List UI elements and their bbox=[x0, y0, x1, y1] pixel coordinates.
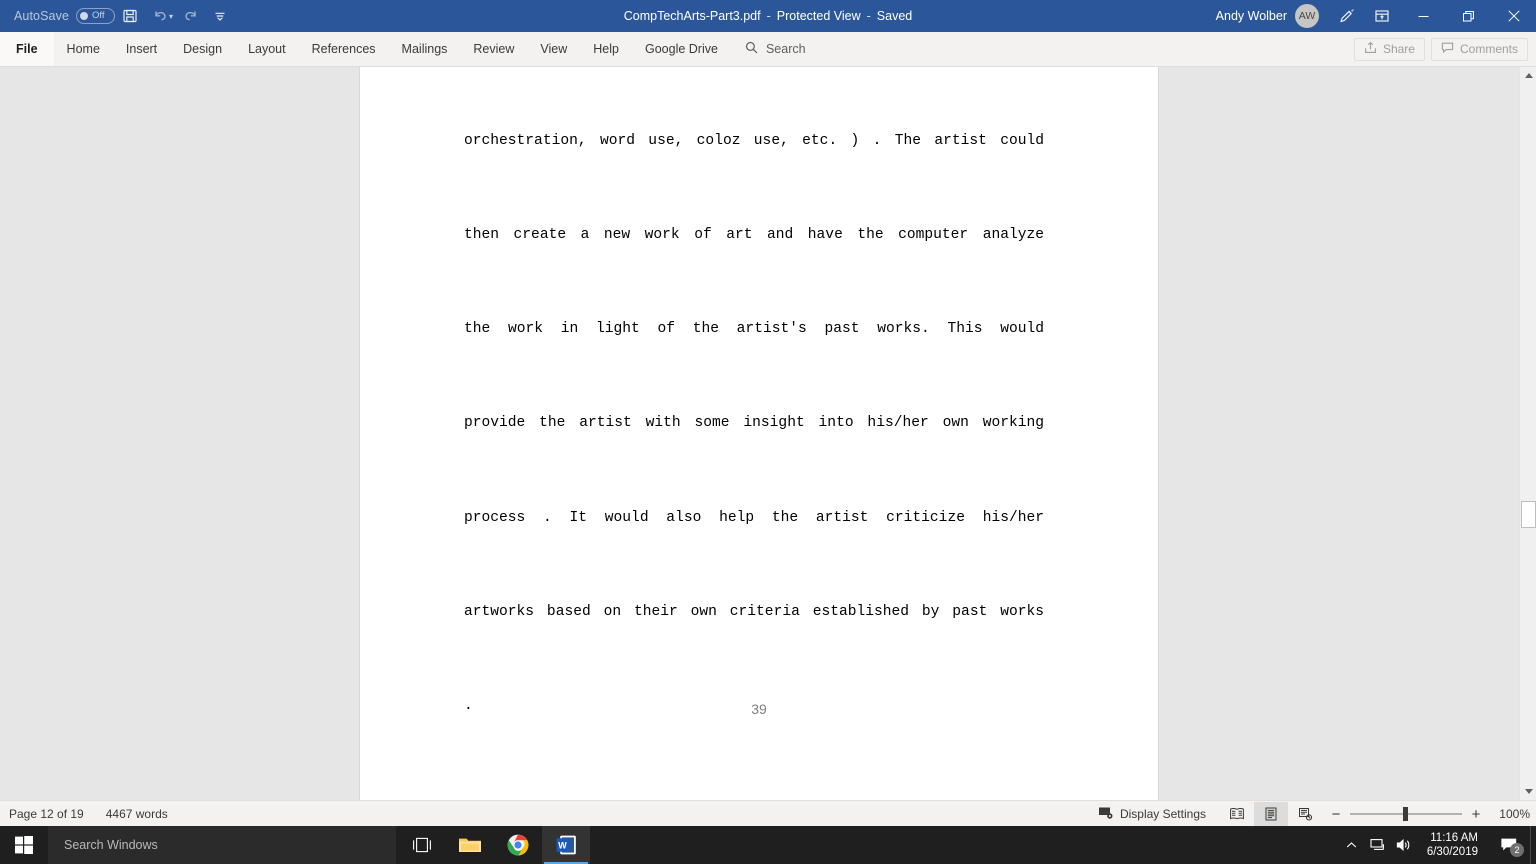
scrollbar-thumb[interactable] bbox=[1521, 501, 1536, 528]
taskbar-search-placeholder: Search Windows bbox=[64, 838, 158, 852]
status-bar: Page 12 of 19 4467 words Display Setting… bbox=[0, 800, 1536, 826]
tab-view[interactable]: View bbox=[527, 32, 580, 66]
clock[interactable]: 11:16 AM 6/30/2019 bbox=[1417, 831, 1488, 859]
document-title: CompTechArts-Part3.pdf bbox=[623, 9, 761, 23]
close-icon[interactable] bbox=[1491, 0, 1536, 32]
account-name[interactable]: Andy Wolber bbox=[1216, 9, 1287, 23]
share-label: Share bbox=[1382, 42, 1415, 56]
display-settings-label: Display Settings bbox=[1119, 807, 1206, 821]
word-count[interactable]: 4467 words bbox=[106, 807, 168, 821]
zoom-in-button[interactable]: + bbox=[1470, 807, 1482, 822]
autosave-toggle[interactable]: Off bbox=[76, 8, 116, 24]
clock-date: 6/30/2019 bbox=[1426, 846, 1478, 858]
page-indicator[interactable]: Page 12 of 19 bbox=[9, 807, 84, 821]
word-application-window: AutoSave Off ▾ CompTechArts-Part3.pdf - … bbox=[0, 0, 1536, 864]
autosave-label: AutoSave bbox=[14, 9, 70, 23]
page-footer-number: 39 bbox=[751, 701, 767, 717]
comments-label: Comments bbox=[1459, 42, 1518, 56]
search-icon bbox=[745, 41, 758, 57]
comments-button[interactable]: Comments bbox=[1430, 37, 1528, 61]
search-placeholder-label: Search bbox=[765, 42, 806, 56]
doc-line: the work in light of the artist's past w… bbox=[464, 321, 1044, 338]
ribbon-tab-strip: File Home Insert Design Layout Reference… bbox=[0, 32, 1536, 66]
share-icon bbox=[1364, 41, 1377, 57]
document-body-text[interactable]: orchestration, word use, coloz use, etc.… bbox=[464, 67, 1044, 800]
windows-taskbar: Search Windows W 11:16 AM 6/30/2019 2 bbox=[0, 826, 1536, 864]
zoom-slider[interactable]: − + 100% bbox=[1330, 807, 1530, 822]
show-hidden-icons-chevron[interactable] bbox=[1339, 826, 1365, 864]
ribbon-right-actions: Share Comments bbox=[1353, 32, 1528, 66]
tab-home[interactable]: Home bbox=[54, 32, 113, 66]
doc-line: provide the artist with some insight int… bbox=[464, 415, 1044, 432]
task-view-icon[interactable] bbox=[398, 826, 446, 864]
status-bar-right: Display Settings − + 100% bbox=[1098, 801, 1530, 827]
system-tray: 11:16 AM 6/30/2019 2 bbox=[1339, 826, 1536, 864]
show-desktop-button[interactable] bbox=[1530, 826, 1536, 864]
redo-icon[interactable] bbox=[175, 0, 205, 32]
print-layout-icon[interactable] bbox=[1254, 802, 1288, 826]
protected-view-label: Protected View bbox=[776, 9, 861, 23]
document-page-12[interactable]: orchestration, word use, coloz use, etc.… bbox=[359, 67, 1159, 800]
network-icon[interactable] bbox=[1365, 826, 1391, 864]
avatar[interactable]: AW bbox=[1295, 4, 1319, 28]
autosave-state-label: Off bbox=[92, 10, 105, 22]
zoom-out-button[interactable]: − bbox=[1330, 807, 1342, 822]
scroll-up-arrow-icon[interactable] bbox=[1520, 67, 1536, 84]
minimize-icon[interactable] bbox=[1401, 0, 1446, 32]
zoom-handle[interactable] bbox=[1403, 807, 1408, 821]
scroll-down-arrow-icon[interactable] bbox=[1520, 783, 1536, 800]
customize-quick-access-icon[interactable] bbox=[205, 0, 235, 32]
zoom-level-label[interactable]: 100% bbox=[1494, 807, 1530, 821]
ribbon-display-options-icon[interactable] bbox=[1363, 0, 1401, 32]
display-settings-icon bbox=[1098, 806, 1114, 823]
volume-icon[interactable] bbox=[1391, 826, 1417, 864]
undo-dropdown-caret-icon[interactable]: ▾ bbox=[169, 12, 173, 21]
zoom-track[interactable] bbox=[1350, 807, 1462, 821]
saved-status-label: Saved bbox=[876, 9, 913, 23]
vertical-scrollbar[interactable] bbox=[1519, 67, 1536, 800]
chrome-icon[interactable] bbox=[494, 826, 542, 864]
title-bar: AutoSave Off ▾ CompTechArts-Part3.pdf - … bbox=[0, 0, 1536, 32]
windows-start-icon[interactable] bbox=[0, 826, 48, 864]
tab-review[interactable]: Review bbox=[460, 32, 527, 66]
doc-line: orchestration, word use, coloz use, etc.… bbox=[464, 132, 1044, 149]
read-mode-icon[interactable] bbox=[1220, 802, 1254, 826]
tab-google-drive[interactable]: Google Drive bbox=[632, 32, 731, 66]
notification-count-badge: 2 bbox=[1510, 843, 1524, 857]
file-explorer-icon[interactable] bbox=[446, 826, 494, 864]
title-bar-right-group: Andy Wolber AW bbox=[1216, 0, 1536, 32]
web-layout-icon[interactable] bbox=[1288, 802, 1322, 826]
doc-line: then create a new work of art and have t… bbox=[464, 227, 1044, 244]
tab-layout[interactable]: Layout bbox=[235, 32, 299, 66]
tab-references[interactable]: References bbox=[299, 32, 389, 66]
taskbar-search-input[interactable]: Search Windows bbox=[48, 826, 396, 864]
clock-time: 11:16 AM bbox=[1430, 832, 1478, 844]
taskbar-app-buttons: W bbox=[398, 826, 590, 864]
action-center-icon[interactable]: 2 bbox=[1488, 826, 1530, 864]
restore-icon[interactable] bbox=[1446, 0, 1491, 32]
tab-insert[interactable]: Insert bbox=[113, 32, 170, 66]
svg-text:W: W bbox=[558, 840, 567, 850]
status-bar-left: Page 12 of 19 4467 words bbox=[0, 807, 168, 821]
share-button[interactable]: Share bbox=[1353, 37, 1425, 61]
document-canvas[interactable]: orchestration, word use, coloz use, etc.… bbox=[0, 67, 1536, 800]
word-icon[interactable]: W bbox=[542, 826, 590, 864]
title-separator-2: - bbox=[866, 9, 871, 23]
title-separator-1: - bbox=[766, 9, 771, 23]
save-icon[interactable] bbox=[115, 0, 145, 32]
tab-help[interactable]: Help bbox=[580, 32, 632, 66]
tab-mailings[interactable]: Mailings bbox=[389, 32, 461, 66]
comment-icon bbox=[1441, 41, 1454, 57]
search-box[interactable]: Search bbox=[731, 32, 806, 66]
tab-design[interactable]: Design bbox=[170, 32, 235, 66]
ink-pen-icon[interactable] bbox=[1329, 0, 1363, 32]
tab-file[interactable]: File bbox=[0, 32, 54, 66]
doc-line: process . It would also help the artist … bbox=[464, 509, 1044, 526]
quick-access-toolbar: AutoSave Off ▾ bbox=[0, 0, 235, 32]
autosave-knob bbox=[80, 12, 89, 20]
doc-line: artworks based on their own criteria est… bbox=[464, 603, 1044, 620]
display-settings-button[interactable]: Display Settings bbox=[1098, 806, 1206, 823]
